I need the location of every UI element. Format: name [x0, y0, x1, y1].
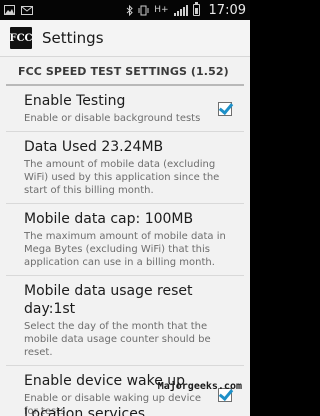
enable-testing-checkbox[interactable] [218, 101, 232, 116]
pref-title: Data Used 23.24MB [24, 139, 164, 155]
status-time: 17:09 [208, 2, 246, 18]
pref-reset-day[interactable]: Mobile data usage reset day:1st Select t… [6, 276, 244, 366]
pref-location-services[interactable]: Location services [24, 406, 145, 416]
pref-title: Mobile data usage reset day:1st [24, 283, 193, 317]
pref-data-used[interactable]: Data Used 23.24MB The amount of mobile d… [6, 132, 244, 204]
section-header: FCC SPEED TEST SETTINGS (1.52) [6, 57, 244, 86]
page-title: Settings [42, 29, 104, 47]
screen: H+ 17:09 FCC Settings FCC SPEED TEST SET… [0, 0, 250, 416]
signal-icon [173, 4, 188, 16]
pref-title: Enable Testing [24, 93, 126, 109]
status-bar: H+ 17:09 [0, 0, 250, 20]
pref-summary: Enable or disable background tests [24, 113, 201, 124]
pref-summary: The maximum amount of mobile data in Meg… [24, 231, 226, 268]
action-bar: FCC Settings [0, 20, 250, 57]
picture-icon [4, 5, 15, 15]
hplus-icon: H+ [154, 4, 169, 15]
fcc-logo[interactable]: FCC [9, 27, 33, 49]
pref-title: Mobile data cap: 100MB [24, 211, 194, 227]
watermark: Majorgeeks.com [157, 381, 242, 392]
pref-summary: Select the day of the month that the mob… [24, 321, 211, 358]
vibrate-icon [138, 5, 149, 16]
mail-icon [21, 5, 33, 15]
pref-data-cap[interactable]: Mobile data cap: 100MB The maximum amoun… [6, 204, 244, 276]
battery-icon [192, 2, 200, 16]
pref-summary: The amount of mobile data (excluding WiF… [24, 159, 220, 196]
pref-enable-testing[interactable]: Enable Testing Enable or disable backgro… [6, 86, 244, 132]
bluetooth-icon [126, 4, 133, 16]
